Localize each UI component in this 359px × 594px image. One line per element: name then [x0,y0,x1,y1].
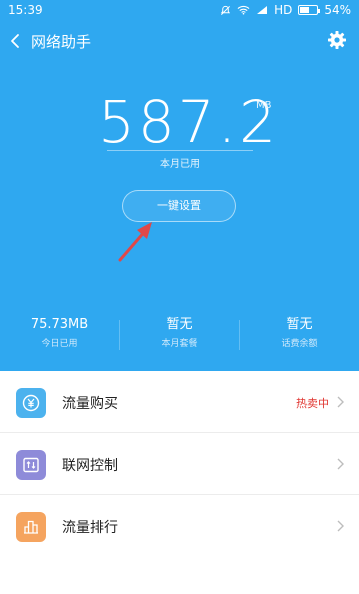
stat-today-used[interactable]: 75.73MB 今日已用 [0,316,119,349]
battery-level [300,7,310,13]
yen-coin-icon [16,388,46,418]
stat-balance[interactable]: 暂无 话费余额 [240,316,359,349]
status-icons: HD 54% [220,0,351,20]
battery-cap [318,9,321,13]
list-item-data-ranking[interactable]: 流量排行 [0,495,359,557]
list-item-buy-data[interactable]: 流量购买 热卖中 [0,371,359,433]
stat-value: 暂无 [286,317,313,332]
battery-icon [298,5,321,15]
feature-list: 流量购买 热卖中 联网控制 流量排行 [0,371,359,557]
usage-unit: MB [256,100,272,111]
page-title: 网络助手 [31,33,92,51]
app-header: 网络助手 [0,26,359,56]
stat-caption: 本月套餐 [161,339,198,349]
list-item-label: 流量排行 [62,520,118,536]
chevron-right-icon [337,458,344,470]
network-control-icon [16,450,46,480]
chevron-left-icon[interactable] [6,30,26,52]
notification-off-icon [220,5,231,16]
monthly-usage-value: 587.2 [98,88,280,156]
usage-label-wrap: 本月已用 [149,152,211,170]
status-time: 15:39 [8,3,43,17]
network-type: HD [274,3,293,17]
stat-value: 暂无 [166,317,193,332]
list-item-network-control[interactable]: 联网控制 [0,433,359,495]
hero-panel: 15:39 HD 54% 网络助手 587.2 MB 本月已用 一键设置 75.… [0,0,359,371]
list-item-label: 联网控制 [62,458,118,474]
chevron-right-icon [337,520,344,532]
usage-label: 本月已用 [160,159,200,170]
list-item-label: 流量购买 [62,396,118,412]
red-arrow-annotation-icon [118,222,152,262]
stat-monthly-plan[interactable]: 暂无 本月套餐 [120,316,239,349]
wifi-icon [237,5,250,15]
usage-divider [107,150,253,151]
chevron-right-icon [337,396,344,408]
usage-stats: 75.73MB 今日已用 暂无 本月套餐 暂无 话费余额 [0,316,359,356]
battery-percent: 54% [324,3,351,17]
status-bar: 15:39 HD 54% [0,0,359,20]
bar-chart-icon [16,512,46,542]
stat-caption: 今日已用 [41,339,78,349]
hot-sale-badge: 热卖中 [296,397,329,410]
stat-value: 75.73MB [30,317,89,332]
gear-icon[interactable] [327,30,347,50]
stat-caption: 话费余额 [281,339,318,349]
signal-icon [256,5,268,15]
